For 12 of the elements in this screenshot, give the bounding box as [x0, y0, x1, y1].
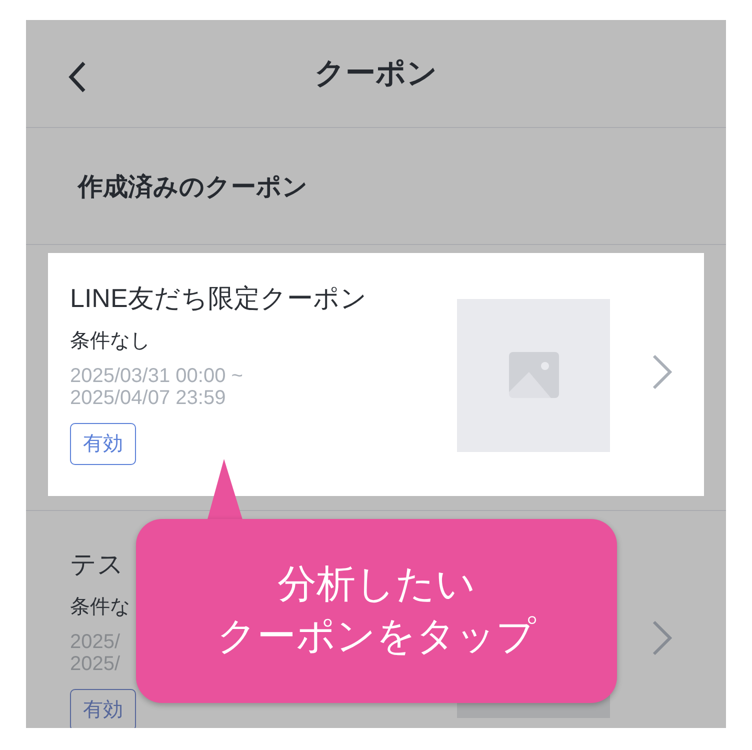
status-badge: 有効	[70, 423, 136, 465]
section-title: 作成済みのクーポン	[78, 172, 308, 202]
callout-text: 分析したい	[278, 562, 476, 608]
coupon-condition: 条件な	[70, 595, 130, 620]
coupon-period: 2025/03/31 00:00 ~ 2025/04/07 23:59	[70, 365, 243, 409]
screen-title: クーポン	[314, 56, 438, 92]
coupon-title: LINE友だち限定クーポン	[70, 282, 367, 315]
callout-text: クーポンをタップ	[217, 614, 536, 660]
coupon-title: テス	[70, 548, 124, 581]
coupon-condition: 条件なし	[70, 329, 150, 354]
coupon-card[interactable]: LINE友だち限定クーポン 条件なし 2025/03/31 00:00 ~ 2025/04/07 23:59 有効	[48, 253, 704, 496]
status-badge: 有効	[70, 689, 136, 728]
